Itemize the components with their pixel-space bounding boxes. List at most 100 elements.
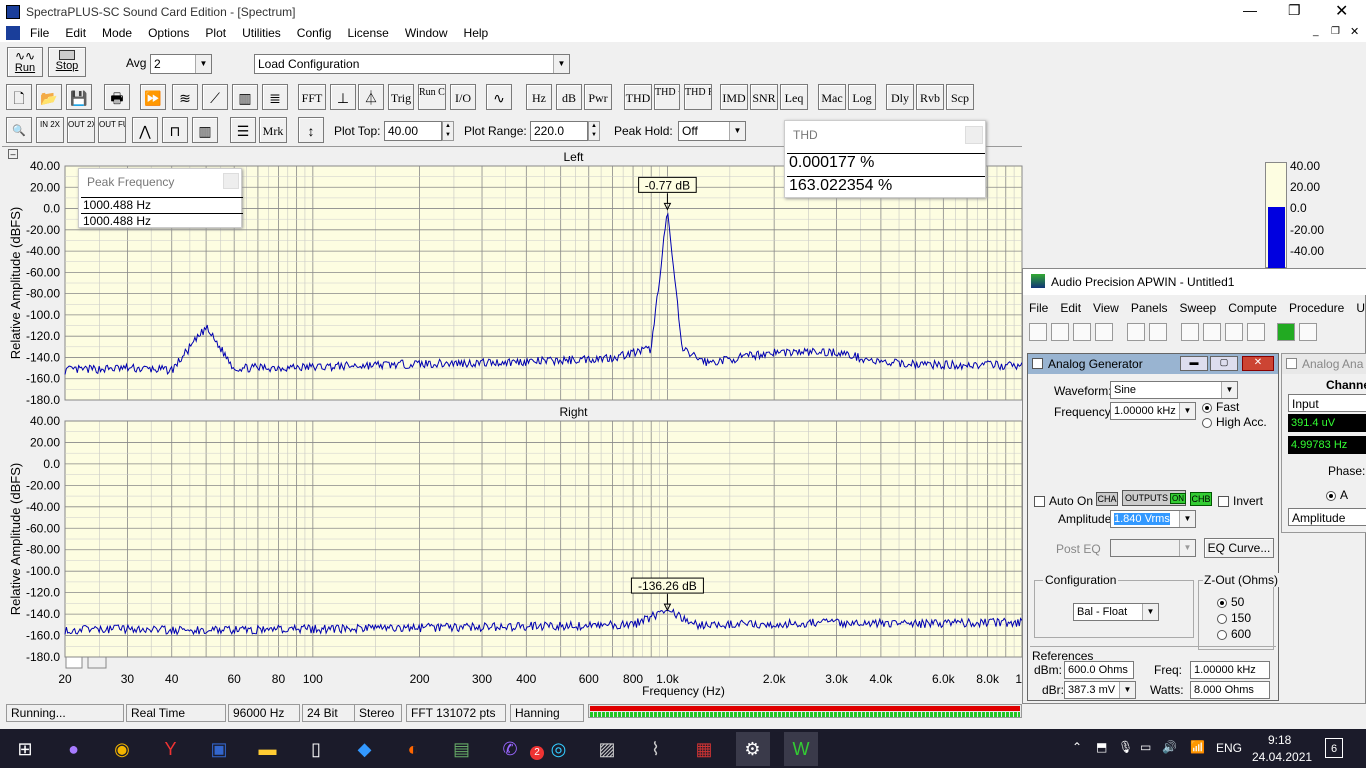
apwin-menu-compute[interactable]: Compute bbox=[1222, 299, 1283, 317]
plot-top-input[interactable]: 40.00 bbox=[384, 121, 442, 141]
lang-indicator[interactable]: ENG bbox=[1216, 741, 1242, 755]
3d-plot-icon[interactable]: ≣ bbox=[262, 84, 288, 110]
configuration-select[interactable]: Load Configuration ▼ bbox=[254, 54, 570, 74]
watts-input[interactable]: 8.000 Ohms bbox=[1190, 681, 1270, 699]
viber-icon[interactable]: ✆ bbox=[493, 732, 527, 766]
tool-thd-button[interactable]: THD bbox=[624, 84, 652, 110]
scale-icon[interactable]: ↕ bbox=[298, 117, 324, 143]
clock-date[interactable]: 24.04.2021 bbox=[1252, 750, 1312, 764]
tool-thd-freq-button[interactable]: THD Freq bbox=[684, 84, 712, 110]
camera-icon[interactable]: ▭ bbox=[1140, 740, 1151, 754]
tool-db-button[interactable]: dB bbox=[556, 84, 582, 110]
dbr-input[interactable]: 387.3 mV ▼ bbox=[1064, 681, 1136, 699]
menu-file[interactable]: File bbox=[22, 24, 57, 42]
yandex-icon[interactable]: Y bbox=[154, 732, 188, 766]
analyzer-input-select[interactable]: Input bbox=[1288, 394, 1366, 412]
menu-utilities[interactable]: Utilities bbox=[234, 24, 289, 42]
table-icon[interactable]: ☰ bbox=[230, 117, 256, 143]
mdi-restore-icon[interactable]: ❐ bbox=[1331, 26, 1340, 37]
go-icon[interactable] bbox=[1277, 323, 1295, 341]
menu-plot[interactable]: Plot bbox=[197, 24, 234, 42]
spectrogram-icon[interactable]: ▥ bbox=[232, 84, 258, 110]
menu-config[interactable]: Config bbox=[289, 24, 340, 42]
tool-i-o-button[interactable]: I/O bbox=[450, 84, 476, 110]
fast-radio[interactable]: Fast bbox=[1202, 400, 1239, 414]
chevron-up-icon[interactable]: ⌃ bbox=[1072, 740, 1082, 754]
floppy-icon[interactable]: ▣ bbox=[202, 732, 236, 766]
gen-maximize-icon[interactable]: ▢ bbox=[1210, 356, 1238, 371]
zoom-out-2x-button[interactable]: OUT 2X bbox=[67, 117, 95, 143]
open-icon[interactable] bbox=[1051, 323, 1069, 341]
paste-icon[interactable] bbox=[1247, 323, 1265, 341]
tool-mac-button[interactable]: Mac bbox=[818, 84, 846, 110]
apwin-menu-sweep[interactable]: Sweep bbox=[1174, 299, 1223, 317]
eq-curve-button[interactable]: EQ Curve... bbox=[1204, 538, 1274, 558]
avg-select[interactable]: 2 ▼ bbox=[150, 54, 212, 74]
sine-icon[interactable]: ∿ bbox=[486, 84, 512, 110]
zoom-icon[interactable]: 🔍 bbox=[6, 117, 32, 143]
settings-icon[interactable]: ⚙ bbox=[735, 732, 770, 766]
chb-button[interactable]: CHB bbox=[1190, 492, 1212, 506]
gen-close-icon[interactable]: ✕ bbox=[1242, 356, 1274, 371]
stop-icon[interactable] bbox=[1299, 323, 1317, 341]
tool-snr-button[interactable]: SNR bbox=[750, 84, 778, 110]
plot-top-spinner[interactable]: ▲ ▼ bbox=[442, 121, 454, 141]
peak-panel-close[interactable] bbox=[223, 173, 239, 189]
notepad-icon[interactable]: ▯ bbox=[299, 732, 333, 766]
sawtooth-icon[interactable]: ⟋ bbox=[202, 84, 228, 110]
menu-license[interactable]: License bbox=[339, 24, 396, 42]
thd-panel-close[interactable] bbox=[965, 126, 983, 144]
monitor-icon[interactable]: ▤ bbox=[445, 732, 479, 766]
zout-50-radio[interactable]: 50 bbox=[1217, 595, 1244, 609]
tool-leq-button[interactable]: Leq bbox=[780, 84, 808, 110]
menu-help[interactable]: Help bbox=[456, 24, 497, 42]
analyzer-a-radio[interactable]: A bbox=[1326, 488, 1348, 502]
chart-app-icon[interactable]: ⌇ bbox=[639, 732, 673, 766]
menu-window[interactable]: Window bbox=[397, 24, 456, 42]
peak-hold-select[interactable]: Off ▼ bbox=[678, 121, 746, 141]
mic-icon[interactable]: 🎙 bbox=[1118, 740, 1133, 754]
tool-pwr-button[interactable]: Pwr bbox=[584, 84, 612, 110]
forward-icon[interactable]: ⏩ bbox=[140, 84, 166, 110]
config-select[interactable]: Bal - Float ▼ bbox=[1073, 603, 1159, 621]
zoom-in-2x-button[interactable]: IN 2X bbox=[36, 117, 64, 143]
tool-dly-button[interactable]: Dly bbox=[886, 84, 914, 110]
close-icon[interactable]: ✕ bbox=[1335, 1, 1348, 21]
network-icon[interactable]: 📶 bbox=[1190, 740, 1205, 754]
apwin-menu-panels[interactable]: Panels bbox=[1125, 299, 1174, 317]
spectrum-icon[interactable]: ⊥ bbox=[330, 84, 356, 110]
waveform-select[interactable]: Sine ▼ bbox=[1110, 381, 1238, 399]
menu-edit[interactable]: Edit bbox=[57, 24, 94, 42]
marker-button[interactable]: Mrk bbox=[259, 117, 287, 143]
save-icon[interactable]: 💾 bbox=[66, 84, 92, 110]
clock-time[interactable]: 9:18 bbox=[1268, 733, 1291, 747]
tool-thd-n-button[interactable]: THD +N bbox=[654, 84, 680, 110]
vpn-icon[interactable]: ◆ bbox=[348, 732, 382, 766]
tool-hz-button[interactable]: Hz bbox=[526, 84, 552, 110]
save-icon[interactable] bbox=[1073, 323, 1091, 341]
plot-range-spinner[interactable]: ▲ ▼ bbox=[588, 121, 600, 141]
auto-on-checkbox[interactable]: Auto On bbox=[1034, 494, 1093, 508]
analyzer-amplitude-select[interactable]: Amplitude bbox=[1288, 508, 1366, 526]
tool-rvb-button[interactable]: Rvb bbox=[916, 84, 944, 110]
plot-range-input[interactable]: 220.0 bbox=[530, 121, 588, 141]
save-all-icon[interactable] bbox=[1095, 323, 1113, 341]
amplitude-input[interactable]: 1.840 Vrms ▼ bbox=[1110, 510, 1196, 528]
zout-600-radio[interactable]: 600 bbox=[1217, 627, 1251, 641]
frequency-input[interactable]: 1.00000 kHz ▼ bbox=[1110, 402, 1196, 420]
spectraplus-icon[interactable]: ▦ bbox=[687, 732, 721, 766]
copy-icon[interactable] bbox=[1225, 323, 1243, 341]
zout-150-radio[interactable]: 150 bbox=[1217, 611, 1251, 625]
gen-minimize-icon[interactable]: ▬ bbox=[1180, 356, 1208, 371]
apwin-menu-u[interactable]: U bbox=[1350, 299, 1366, 317]
new-file-icon[interactable]: 🗋 bbox=[6, 84, 32, 110]
new-icon[interactable] bbox=[1029, 323, 1047, 341]
line-display-icon[interactable]: ⋀ bbox=[132, 117, 158, 143]
tool-fft-button[interactable]: FFT bbox=[298, 84, 326, 110]
volume-icon[interactable]: 🔊 bbox=[1162, 740, 1177, 754]
outputs-button[interactable]: OUTPUTS ON bbox=[1122, 490, 1187, 506]
print-icon[interactable]: 🖶 bbox=[104, 84, 130, 110]
menu-mode[interactable]: Mode bbox=[94, 24, 140, 42]
waterfall-icon[interactable]: ≋ bbox=[172, 84, 198, 110]
apwin-menu-procedure[interactable]: Procedure bbox=[1283, 299, 1350, 317]
